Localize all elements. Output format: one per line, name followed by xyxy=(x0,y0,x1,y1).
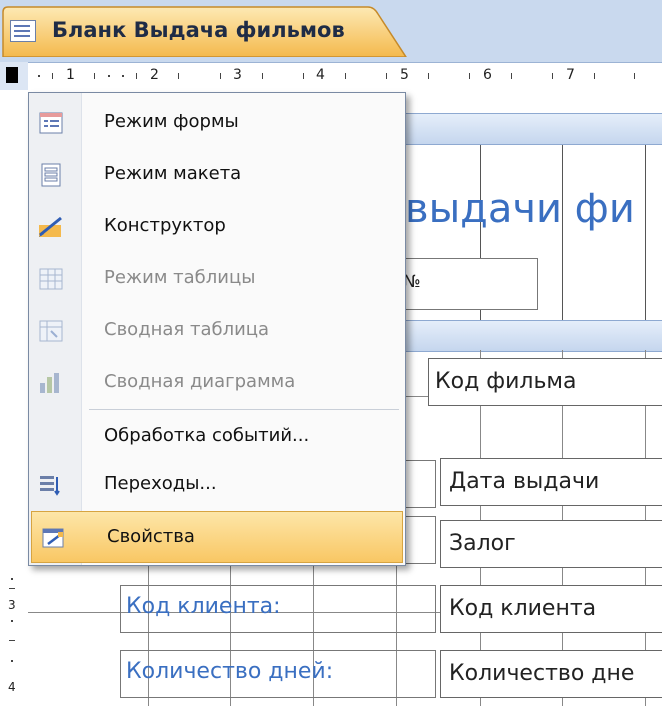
ruler-number: 7 xyxy=(566,67,575,83)
ruler-number: 2 xyxy=(150,67,159,83)
ruler-number: 3 xyxy=(233,67,242,83)
ruler-number: 4 xyxy=(8,680,16,694)
pivot-chart-icon xyxy=(40,373,59,393)
client-code-label[interactable]: Код клиента: xyxy=(126,594,281,619)
horizontal-ruler: 1 2 3 4 5 6 7 xyxy=(28,62,662,92)
form-view-icon xyxy=(39,112,63,134)
menu-item-label: Режим формы xyxy=(104,111,239,132)
film-code-textbox[interactable]: Код фильма xyxy=(428,358,662,406)
layout-view-icon xyxy=(41,163,61,187)
menu-item-pivot-chart[interactable]: Сводная диаграмма xyxy=(29,357,405,409)
design-view-icon xyxy=(39,216,62,237)
menu-item-label: Конструктор xyxy=(104,215,226,236)
menu-item-label: Свойства xyxy=(107,526,195,547)
menu-item-label: Переходы... xyxy=(104,473,217,494)
menu-item-tab-order[interactable]: Переходы... xyxy=(29,459,405,511)
tab-order-icon xyxy=(40,476,60,496)
ruler-number: 1 xyxy=(66,67,75,83)
view-context-menu: Режим формы Режим макета Конструктор Реж… xyxy=(28,92,406,566)
menu-item-form-view[interactable]: Режим формы xyxy=(29,97,405,149)
tab-title: Бланк Выдача фильмов xyxy=(52,18,345,42)
ruler-number: 4 xyxy=(316,67,325,83)
menu-item-event-handling[interactable]: Обработка событий... xyxy=(29,411,405,463)
vertical-ruler: 3 4 xyxy=(0,90,29,706)
properties-icon xyxy=(42,528,64,548)
menu-item-design-view[interactable]: Конструктор xyxy=(29,201,405,253)
menu-item-label: Обработка событий... xyxy=(104,425,310,446)
menu-item-label: Сводная диаграмма xyxy=(104,371,296,392)
menu-item-datasheet-view[interactable]: Режим таблицы xyxy=(29,253,405,305)
menu-item-properties[interactable]: Свойства xyxy=(31,511,403,563)
ruler-number: 5 xyxy=(400,67,409,83)
form-selector[interactable] xyxy=(0,62,28,90)
menu-item-layout-view[interactable]: Режим макета xyxy=(29,149,405,201)
days-count-label[interactable]: Количество дней: xyxy=(126,659,333,684)
menu-item-label: Режим макета xyxy=(104,163,242,184)
ruler-number: 6 xyxy=(483,67,492,83)
menu-item-label: Режим таблицы xyxy=(104,267,256,288)
number-label[interactable]: № xyxy=(400,258,538,310)
deposit-textbox[interactable]: Залог xyxy=(440,520,662,568)
client-code-textbox[interactable]: Код клиента xyxy=(440,585,662,633)
issue-date-textbox[interactable]: Дата выдачи xyxy=(440,458,662,506)
ruler-number: 3 xyxy=(8,598,16,612)
document-tab-bar: Бланк Выдача фильмов xyxy=(0,0,662,62)
menu-item-label: Сводная таблица xyxy=(104,319,270,340)
datasheet-view-icon xyxy=(39,268,63,290)
form-title-label[interactable]: выдачи фи xyxy=(405,186,635,232)
menu-item-pivot-table[interactable]: Сводная таблица xyxy=(29,305,405,357)
pivot-table-icon xyxy=(39,320,63,342)
days-count-textbox[interactable]: Количество дне xyxy=(440,650,662,698)
form-icon xyxy=(10,20,36,42)
menu-separator xyxy=(89,409,399,410)
